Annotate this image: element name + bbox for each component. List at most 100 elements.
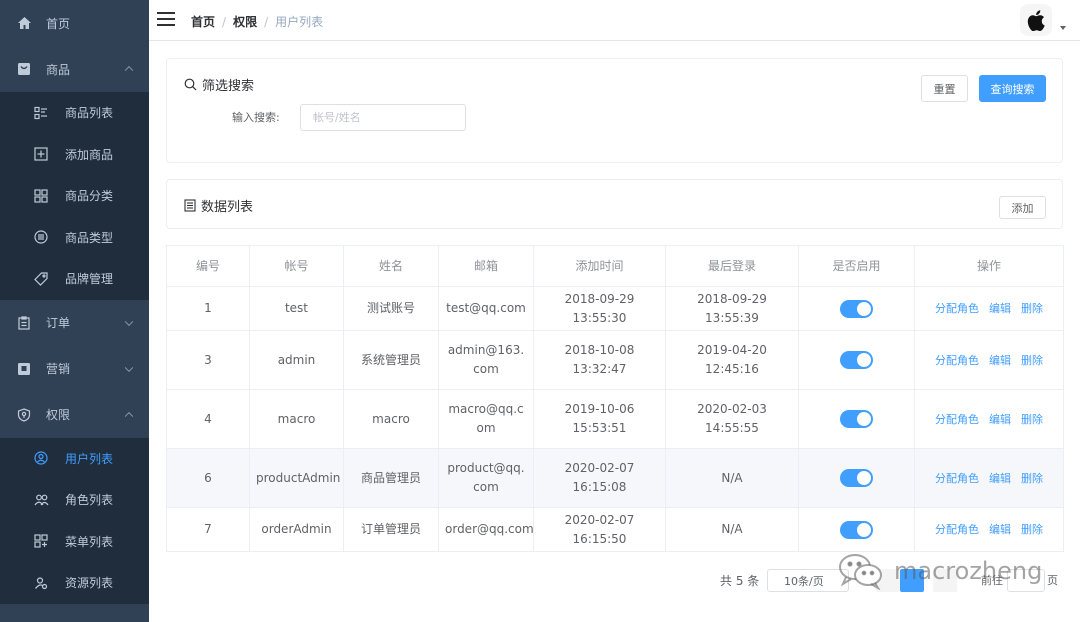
assign-role-link[interactable]: 分配角色: [935, 302, 979, 315]
page-size-select[interactable]: 10条/页: [767, 569, 849, 592]
order-icon: [16, 315, 32, 331]
delete-link[interactable]: 删除: [1021, 472, 1043, 485]
cell-actions: 分配角色 编辑 删除: [914, 448, 1064, 508]
edit-link[interactable]: 编辑: [989, 472, 1011, 485]
home-icon: [16, 15, 32, 31]
filter-title: 筛选搜索: [184, 75, 254, 94]
sidebar-item-permission[interactable]: 权限: [0, 392, 149, 438]
sidebar-item-user-list[interactable]: 用户列表: [0, 438, 149, 480]
sidebar-item-product[interactable]: 商品: [0, 46, 149, 92]
user-icon: [33, 450, 49, 466]
enabled-toggle[interactable]: [840, 410, 873, 428]
cell-id: 6: [166, 448, 250, 508]
sidebar-item-order[interactable]: 订单: [0, 300, 149, 346]
breadcrumb-permission[interactable]: 权限: [233, 15, 257, 29]
page-number-current[interactable]: [900, 569, 924, 592]
list-icon: [33, 105, 49, 121]
add-button[interactable]: 添加: [999, 196, 1046, 219]
assign-role-link[interactable]: 分配角色: [935, 354, 979, 367]
breadcrumb: 首页 / 权限 / 用户列表: [191, 13, 323, 30]
cell-name: 商品管理员: [343, 448, 439, 508]
table-header-row: 编号 帐号 姓名 邮箱 添加时间 最后登录 是否启用 操作: [166, 245, 1064, 287]
edit-link[interactable]: 编辑: [989, 354, 1011, 367]
hamburger-icon[interactable]: [157, 12, 175, 26]
cell-email: product@qq.com: [438, 448, 534, 508]
sidebar-item-label: 商品分类: [65, 189, 114, 204]
goto-unit: 页: [1047, 574, 1058, 587]
search-input[interactable]: [300, 104, 466, 131]
role-icon: [33, 492, 49, 508]
assign-role-link[interactable]: 分配角色: [935, 413, 979, 426]
sidebar-item-resource-list[interactable]: 资源列表: [0, 562, 149, 604]
edit-link[interactable]: 编辑: [989, 523, 1011, 536]
cell-last-login: 2018-09-29 13:55:39: [665, 286, 799, 331]
chevron-down-icon: [124, 317, 134, 326]
cell-id: 1: [166, 286, 250, 331]
table-row: 3 admin 系统管理员 admin@163.com 2018-10-08 1…: [166, 330, 1064, 390]
sidebar-item-product-list[interactable]: 商品列表: [0, 92, 149, 134]
chevron-down-icon: [124, 363, 134, 372]
sidebar: 首页 商品 商品列表 添加商品 商品分类 商品类型 品牌管理 订单 营销 权限 …: [0, 0, 149, 622]
marketing-icon: [16, 361, 32, 377]
product-icon: [16, 61, 32, 77]
reset-button[interactable]: 重置: [921, 75, 968, 102]
enabled-toggle[interactable]: [840, 351, 873, 369]
cell-account: admin: [249, 330, 344, 390]
sidebar-item-brand[interactable]: 品牌管理: [0, 258, 149, 300]
prev-page-button[interactable]: [876, 569, 900, 592]
cell-id: 4: [166, 389, 250, 449]
sidebar-item-role-list[interactable]: 角色列表: [0, 479, 149, 521]
goto-label: 前往: [981, 574, 1003, 587]
sidebar-item-menu-list[interactable]: 菜单列表: [0, 521, 149, 563]
breadcrumb-current: 用户列表: [275, 15, 324, 29]
cell-account: productAdmin: [249, 448, 344, 508]
sidebar-item-add-product[interactable]: 添加商品: [0, 134, 149, 176]
apple-icon: [1027, 9, 1045, 31]
sidebar-item-marketing[interactable]: 营销: [0, 346, 149, 392]
cell-enabled: [798, 330, 915, 390]
avatar[interactable]: [1020, 4, 1052, 36]
edit-link[interactable]: 编辑: [989, 413, 1011, 426]
page-size-value: 10条/页: [784, 574, 824, 588]
tag-icon: [33, 271, 49, 287]
delete-link[interactable]: 删除: [1021, 413, 1043, 426]
header-account: 帐号: [249, 245, 344, 287]
sidebar-item-label: 商品: [46, 62, 71, 77]
assign-role-link[interactable]: 分配角色: [935, 472, 979, 485]
cell-id: 3: [166, 330, 250, 390]
breadcrumb-separator: /: [264, 15, 269, 29]
cell-enabled: [798, 286, 915, 331]
sidebar-item-label: 营销: [46, 362, 71, 376]
cell-id: 7: [166, 507, 250, 552]
enabled-toggle[interactable]: [840, 299, 873, 318]
cell-email: order@qq.com: [438, 507, 534, 552]
enabled-toggle[interactable]: [840, 520, 873, 539]
data-list-card: 数据列表 添加: [166, 179, 1063, 229]
goto-page-input[interactable]: [1007, 569, 1045, 592]
sidebar-item-label: 商品列表: [65, 106, 114, 121]
sidebar-item-label: 订单: [46, 316, 71, 330]
sidebar-item-label: 用户列表: [65, 451, 114, 466]
header-created: 添加时间: [533, 245, 666, 287]
cell-last-login: 2020-02-03 14:55:55: [665, 389, 799, 449]
cell-account: macro: [249, 389, 344, 449]
add-box-icon: [33, 146, 49, 162]
edit-link[interactable]: 编辑: [989, 302, 1011, 315]
cell-actions: 分配角色 编辑 删除: [914, 507, 1064, 552]
sidebar-item-label: 资源列表: [65, 576, 114, 591]
delete-link[interactable]: 删除: [1021, 302, 1043, 315]
assign-role-link[interactable]: 分配角色: [935, 523, 979, 536]
sidebar-item-product-type[interactable]: 商品类型: [0, 217, 149, 259]
delete-link[interactable]: 删除: [1021, 354, 1043, 367]
sidebar-item-product-category[interactable]: 商品分类: [0, 175, 149, 217]
sidebar-item-home[interactable]: 首页: [0, 0, 149, 46]
delete-link[interactable]: 删除: [1021, 523, 1043, 536]
next-page-button[interactable]: [933, 569, 957, 592]
query-search-button[interactable]: 查询搜索: [979, 75, 1046, 102]
enabled-toggle[interactable]: [840, 469, 873, 487]
cell-email: macro@qq.com: [438, 389, 534, 449]
sidebar-item-label: 权限: [46, 408, 71, 422]
chevron-up-icon: [124, 411, 134, 420]
caret-down-icon[interactable]: [1060, 26, 1066, 30]
breadcrumb-home[interactable]: 首页: [191, 15, 215, 29]
